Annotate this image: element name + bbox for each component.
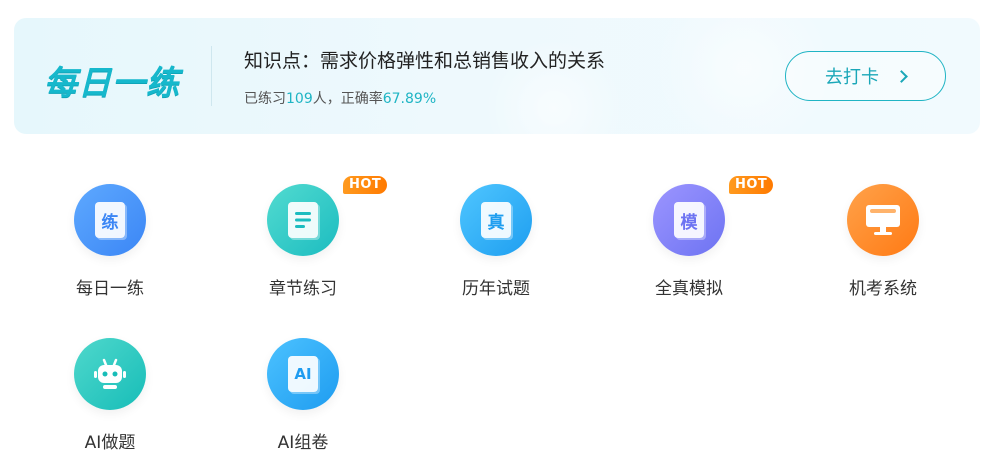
practice-doc-icon: 练	[95, 202, 125, 238]
feature-label: 每日一练	[76, 279, 144, 299]
practice-stats: 已练习109人，正确率67.89%	[244, 88, 436, 108]
ai-doc-icon: AI	[288, 356, 318, 392]
icon-glyph: AI	[294, 365, 312, 383]
chapter-practice-icon	[267, 184, 339, 256]
practiced-count: 109	[286, 91, 313, 107]
feature-mock-exam[interactable]: 模 HOT 全真模拟	[629, 176, 774, 304]
feature-ai-paper[interactable]: AI AI组卷	[243, 338, 363, 458]
check-in-label: 去打卡	[825, 67, 879, 88]
document-lines-icon	[288, 202, 318, 238]
feature-ai-practice[interactable]: AI做题	[50, 338, 170, 458]
robot-icon	[94, 358, 126, 389]
feature-label: 机考系统	[849, 279, 917, 299]
feature-label: 全真模拟	[655, 279, 723, 299]
banner-divider	[211, 46, 212, 106]
accuracy-rate: 67.89%	[382, 91, 437, 107]
feature-label: 历年试题	[462, 279, 530, 299]
feature-label: AI组卷	[277, 433, 329, 453]
hot-badge: HOT	[729, 176, 774, 194]
icon-glyph: 练	[101, 212, 119, 233]
icon-glyph: 真	[487, 212, 505, 233]
ai-paper-icon: AI	[267, 338, 339, 410]
feature-label: AI做题	[84, 433, 136, 453]
ai-practice-icon	[74, 338, 146, 410]
feature-computer-exam[interactable]: 机考系统	[823, 184, 943, 304]
chevron-right-icon	[895, 69, 908, 83]
mock-exam-icon: 模	[653, 184, 725, 256]
feature-label: 章节练习	[269, 279, 337, 299]
daily-practice-logo: 每日一练	[44, 56, 180, 104]
stats-prefix: 已练习	[244, 91, 286, 107]
lines-icon	[295, 212, 311, 228]
logo-text: 每日一练	[44, 63, 180, 102]
icon-glyph: 模	[680, 212, 698, 233]
computer-exam-icon	[847, 184, 919, 256]
mock-doc-icon: 模	[674, 202, 704, 238]
check-in-button[interactable]: 去打卡	[785, 51, 946, 101]
feature-past-exams[interactable]: 真 历年试题	[436, 184, 556, 304]
feature-chapter-practice[interactable]: HOT 章节练习	[243, 176, 388, 304]
hot-badge: HOT	[343, 176, 388, 194]
exam-doc-icon: 真	[481, 202, 511, 238]
stats-mid: 人，正确率	[312, 91, 383, 107]
daily-practice-banner: 每日一练 知识点：需求价格弹性和总销售收入的关系 已练习109人，正确率67.8…	[14, 18, 980, 134]
past-exams-icon: 真	[460, 184, 532, 256]
feature-daily-practice[interactable]: 练 每日一练	[50, 184, 170, 304]
daily-practice-icon: 练	[74, 184, 146, 256]
knowledge-point-title: 知识点：需求价格弹性和总销售收入的关系	[244, 50, 606, 72]
monitor-icon	[866, 205, 900, 235]
